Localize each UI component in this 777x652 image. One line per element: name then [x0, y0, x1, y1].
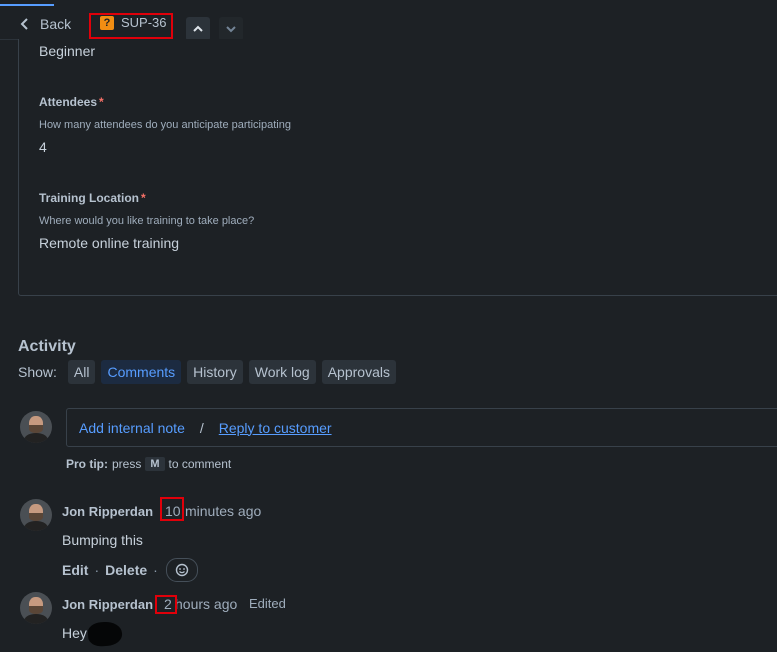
composer-separator: /: [199, 419, 204, 436]
attendees-description: How many attendees do you anticipate par…: [39, 119, 291, 131]
filter-work-log-button[interactable]: Work log: [248, 360, 316, 384]
add-reaction-button[interactable]: [165, 558, 198, 582]
comment-body: Hey: [62, 625, 87, 641]
edited-label: Edited: [249, 596, 286, 611]
comment-composer[interactable]: Add internal note / Reply to customer: [66, 408, 777, 447]
activity-filter-bar: Show: All Comments History Work log Appr…: [18, 360, 402, 384]
attendees-value[interactable]: 4: [39, 139, 47, 155]
training-location-label: Training Location *: [39, 191, 146, 205]
avatar: [20, 592, 52, 624]
activity-heading: Activity: [18, 338, 76, 355]
training-location-value[interactable]: Remote online training: [39, 235, 179, 251]
comment-time-unit: minutes ago: [185, 503, 262, 519]
request-details-panel: [18, 39, 777, 296]
next-issue-button[interactable]: [219, 17, 243, 41]
chevron-left-icon: [20, 18, 28, 30]
required-marker: *: [99, 95, 104, 109]
attendees-label: Attendees *: [39, 95, 104, 109]
redaction-mark: [87, 620, 123, 648]
comment-body: Bumping this: [62, 532, 143, 548]
back-label: Back: [40, 16, 72, 32]
filter-history-button[interactable]: History: [187, 360, 243, 384]
filter-approvals-button[interactable]: Approvals: [321, 360, 396, 384]
delete-comment-button[interactable]: Delete: [105, 562, 147, 578]
back-button[interactable]: Back: [20, 15, 71, 33]
chevron-down-icon: [226, 26, 236, 33]
pro-tip-suffix: to comment: [168, 457, 232, 471]
required-marker: *: [141, 191, 146, 205]
highlight-box-time: [160, 497, 184, 521]
avatar: [20, 411, 52, 443]
emoji-icon: [175, 563, 189, 577]
filter-comments-button[interactable]: Comments: [101, 360, 182, 384]
action-separator: ·: [94, 562, 100, 578]
chevron-up-icon: [193, 25, 203, 32]
comment-author[interactable]: Jon Ripperdan: [62, 504, 153, 519]
reply-to-customer-link[interactable]: Reply to customer: [219, 420, 332, 436]
show-label: Show:: [18, 364, 57, 380]
training-location-label-text: Training Location: [39, 191, 140, 205]
edit-comment-button[interactable]: Edit: [62, 562, 88, 578]
pro-tip-label: Pro tip:: [66, 457, 108, 471]
comment-author[interactable]: Jon Ripperdan: [62, 597, 153, 612]
pro-tip: Pro tip: press M to comment: [66, 457, 231, 471]
avatar: [20, 499, 52, 531]
action-separator: ·: [153, 562, 158, 578]
level-value: Beginner: [39, 43, 96, 59]
highlight-box-time: [155, 595, 177, 614]
keyboard-shortcut-key: M: [145, 457, 165, 471]
filter-all-button[interactable]: All: [67, 360, 96, 384]
previous-issue-button[interactable]: [186, 17, 210, 41]
comment-time-unit: hours ago: [175, 596, 238, 612]
pro-tip-press: press: [112, 457, 142, 471]
training-location-description: Where would you like training to take pl…: [39, 215, 255, 227]
highlight-box-issue-key: [89, 13, 173, 39]
comment-actions: Edit · Delete ·: [62, 558, 198, 582]
attendees-label-text: Attendees: [39, 95, 98, 109]
add-internal-note-link[interactable]: Add internal note: [79, 420, 185, 436]
